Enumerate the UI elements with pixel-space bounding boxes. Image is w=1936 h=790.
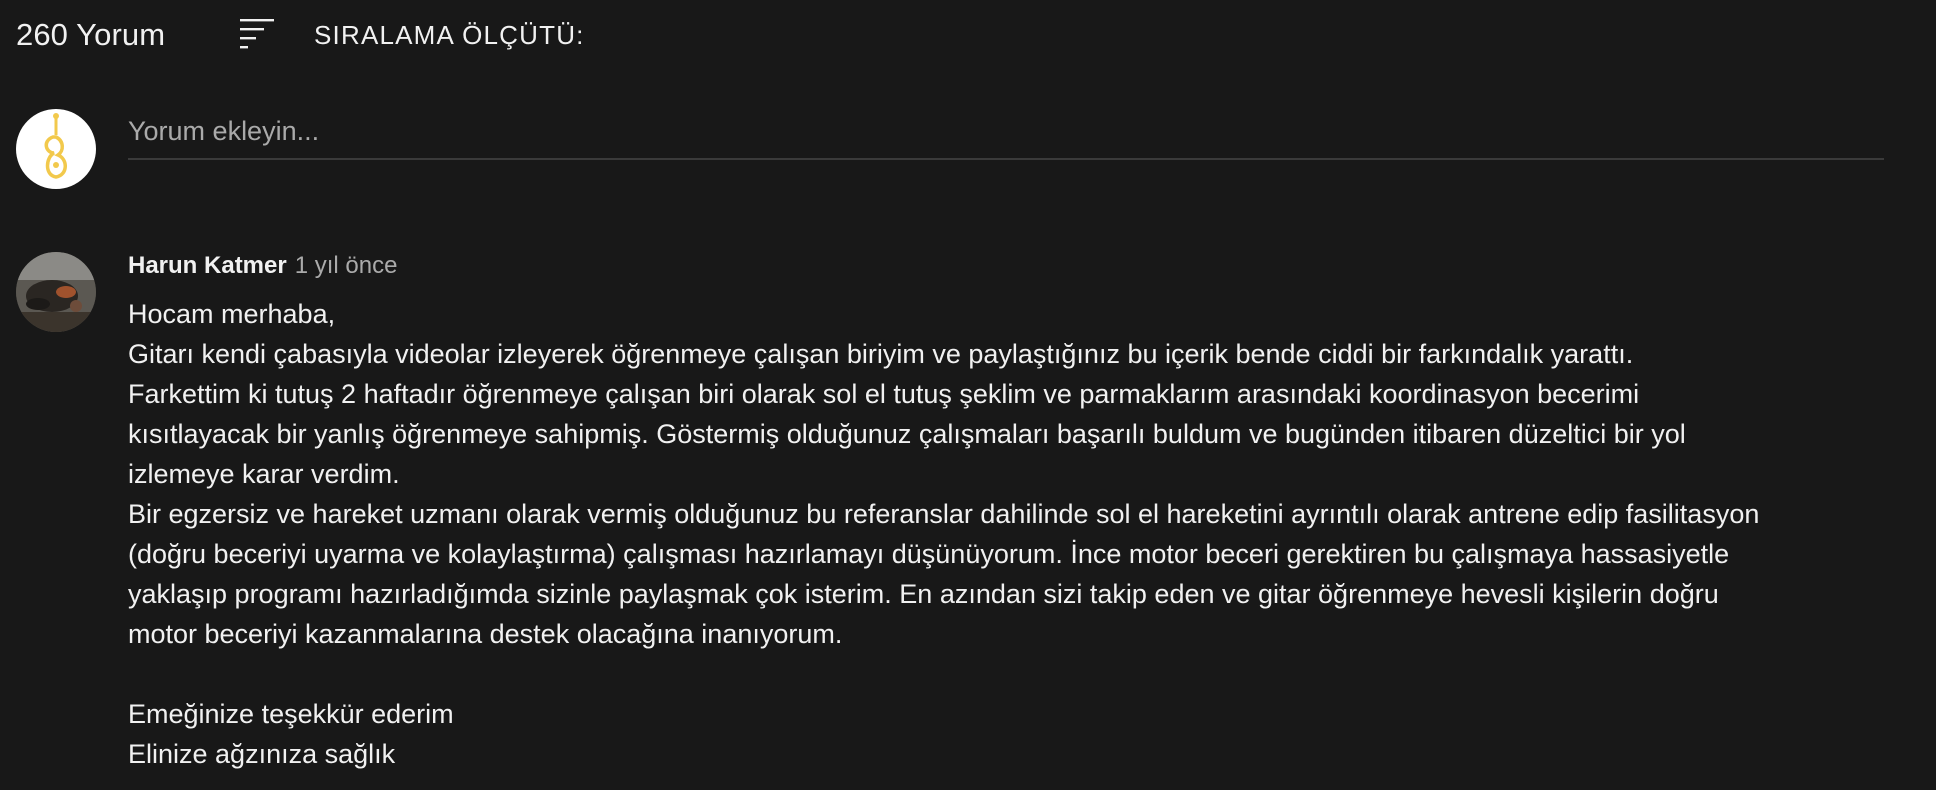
sort-label: SIRALAMA ÖLÇÜTÜ: [314, 19, 585, 50]
comment-line: (doğru beceriyi uyarma ve kolaylaştırma)… [128, 539, 1730, 569]
comment-blank-line [128, 654, 1918, 694]
comment-line: Farkettim ki tutuş 2 haftadır öğrenmeye … [128, 379, 1640, 409]
comment-line: Gitarı kendi çabasıyla videolar izleyere… [128, 339, 1634, 369]
comment-line: Bir egzersiz ve hareket uzmanı olarak ve… [128, 499, 1760, 529]
comment-author[interactable]: Harun Katmer [128, 252, 287, 280]
comment-line: Elinize ağzınıza sağlık [128, 739, 396, 769]
commenter-avatar[interactable] [16, 252, 96, 332]
comment-meta: Harun Katmer 1 yıl önce [128, 252, 1918, 288]
add-comment-input[interactable] [128, 108, 1884, 154]
comment-line: izlemeye karar verdim. [128, 459, 400, 489]
comment-thread-item: Harun Katmer 1 yıl önce Hocam merhaba, G… [128, 252, 1918, 774]
comment-timestamp[interactable]: 1 yıl önce [295, 252, 398, 280]
comment-line: Emeğinize teşekkür ederim [128, 699, 454, 729]
self-avatar[interactable] [16, 109, 96, 189]
sort-icon [240, 19, 274, 49]
add-comment-field[interactable] [128, 108, 1884, 160]
comment-line: kısıtlayacak bir yanlış öğrenmeye sahipm… [128, 419, 1686, 449]
user-photo-icon [16, 252, 96, 332]
comment-text: Hocam merhaba, Gitarı kendi çabasıyla vi… [128, 294, 1918, 774]
comment-line: Hocam merhaba, [128, 299, 336, 329]
comments-header: 260 Yorum [16, 12, 165, 58]
comment-line: yaklaşıp programı hazırladığımda sizinle… [128, 579, 1719, 609]
guitar-logo-icon [44, 113, 67, 179]
comment-line: motor beceriyi kazanmalarına destek olac… [128, 619, 843, 649]
sort-button[interactable]: SIRALAMA ÖLÇÜTÜ: [238, 12, 583, 58]
comment-count: 260 Yorum [16, 17, 166, 52]
